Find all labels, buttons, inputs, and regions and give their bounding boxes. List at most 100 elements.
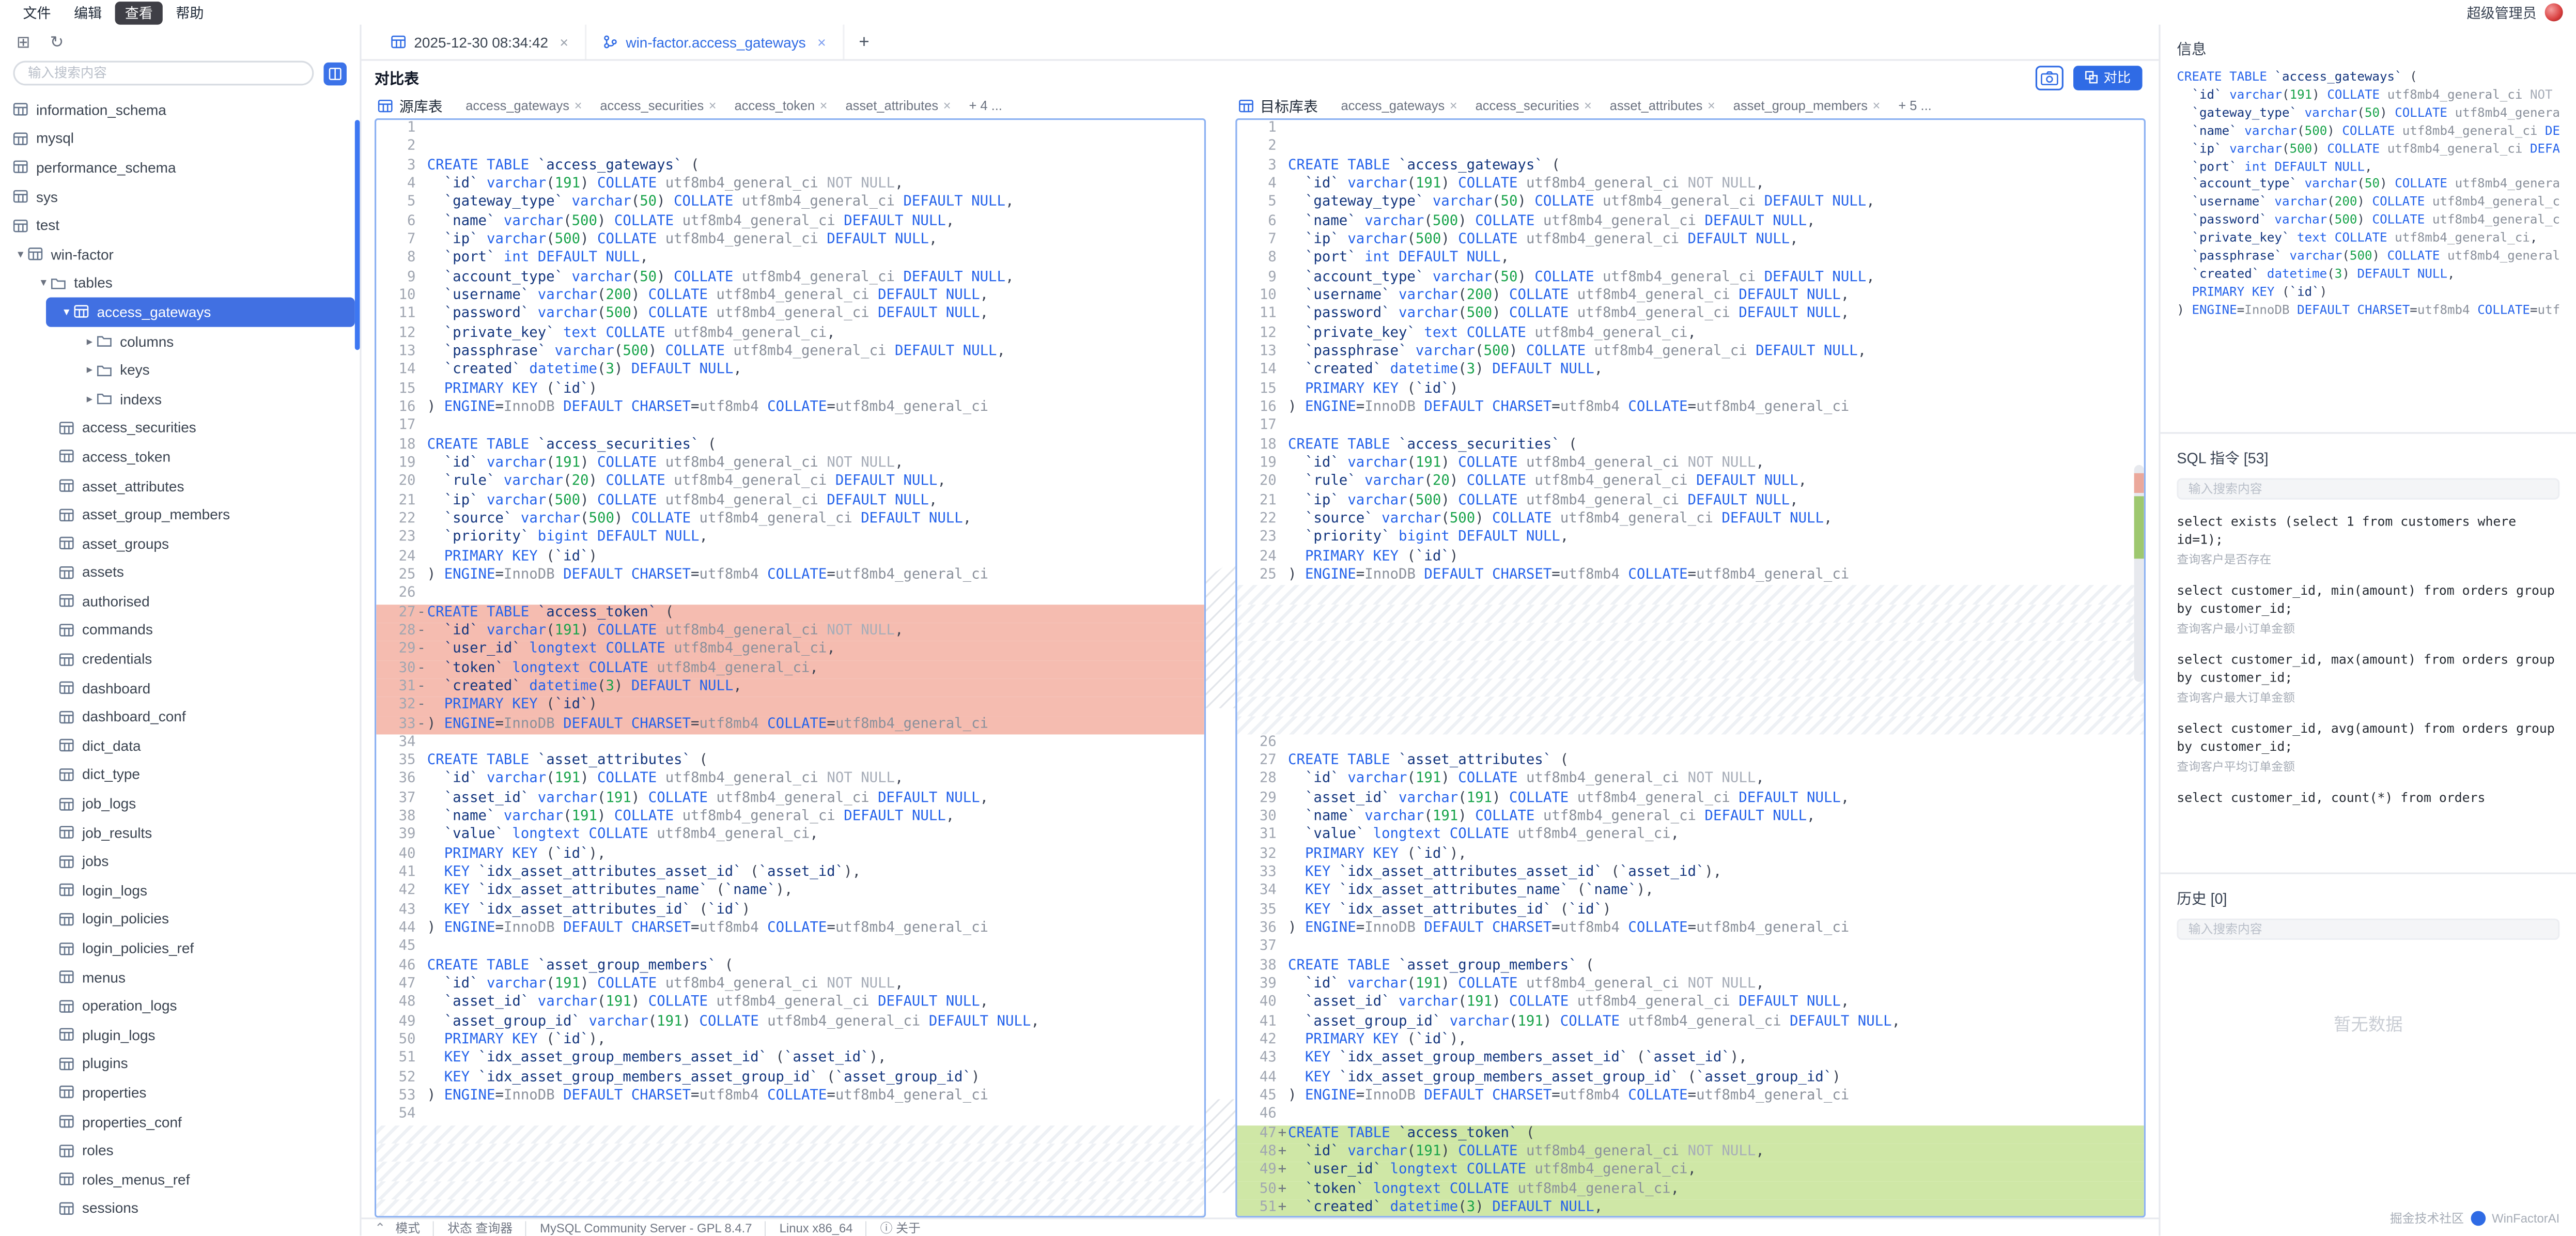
pane-tab-access_securities[interactable]: access_securities× [600,99,716,114]
caret-up-icon[interactable]: ⌃ [375,1220,385,1235]
tree-item-properties_conf[interactable]: properties_conf [0,1107,360,1136]
sidebar-panel-toggle-button[interactable] [323,61,347,85]
more-tabs-indicator[interactable]: + 4 ... [969,99,1002,114]
tree-item-mysql[interactable]: mysql [0,124,360,153]
compare-button[interactable]: 对比 [2074,65,2142,90]
sql-command-search-input[interactable] [2177,478,2559,499]
chevron-right-icon[interactable]: ▸ [82,392,97,405]
menu-item-3[interactable]: 帮助 [166,1,213,24]
tree-item-test[interactable]: test [0,211,360,240]
tree-item-access_securities[interactable]: access_securities [0,413,360,442]
tree-item-commands[interactable]: commands [0,615,360,644]
tree-item-asset_groups[interactable]: asset_groups [0,529,360,558]
diff-marker [1277,976,1288,995]
tree-item-dashboard[interactable]: dashboard [0,673,360,702]
menu-item-1[interactable]: 编辑 [64,1,112,24]
tree-item-asset_attributes[interactable]: asset_attributes [0,471,360,500]
tree-item-roles[interactable]: roles [0,1136,360,1165]
menu-item-2[interactable]: 查看 [115,1,163,24]
tab-1[interactable]: win-factor.access_gateways× [586,25,844,59]
chevron-down-icon[interactable]: ▾ [36,276,51,289]
sql-command-item[interactable]: select customer_id, count(*) from orders [2177,791,2559,808]
user-avatar[interactable] [2545,3,2563,21]
refresh-icon[interactable]: ↻ [50,34,64,52]
menu-item-0[interactable]: 文件 [13,1,60,24]
tree-item-information_schema[interactable]: information_schema [0,95,360,124]
line-number: 18 [1237,437,1276,455]
tree-item-login_policies_ref[interactable]: login_policies_ref [0,934,360,963]
tree-item-credentials[interactable]: credentials [0,644,360,673]
pane-tab-access_gateways[interactable]: access_gateways× [1341,99,1457,114]
tree-item-properties[interactable]: properties [0,1078,360,1107]
more-tabs-indicator[interactable]: + 5 ... [1898,99,1931,114]
close-icon[interactable]: × [820,99,828,114]
user-role-label[interactable]: 超级管理员 [2467,3,2537,22]
close-icon[interactable]: × [575,99,582,114]
tree-item-roles_menus_ref[interactable]: roles_menus_ref [0,1165,360,1194]
close-icon[interactable]: × [1450,99,1457,114]
pane-tab-asset_attributes[interactable]: asset_attributes× [1610,99,1715,114]
history-search-input[interactable] [2177,919,2559,940]
tree-item-job_results[interactable]: job_results [0,818,360,847]
sidebar-search-input[interactable] [13,61,314,86]
tree-item-dict_data[interactable]: dict_data [0,731,360,760]
tree-item-dashboard_conf[interactable]: dashboard_conf [0,702,360,731]
tree-item-performance_schema[interactable]: performance_schema [0,153,360,182]
close-icon[interactable]: × [1873,99,1881,114]
grid-icon [391,35,406,50]
collapse-all-icon[interactable]: ⊞ [17,34,30,52]
sql-command-item[interactable]: select exists (select 1 from customers w… [2177,514,2559,568]
tree-item-win-factor[interactable]: ▾win-factor [0,240,360,269]
tree-item-operation_logs[interactable]: operation_logs [0,992,360,1021]
tree-item-login_policies[interactable]: login_policies [0,905,360,934]
tree-item-authorised[interactable]: authorised [0,587,360,616]
snapshot-button[interactable] [2036,65,2064,90]
close-icon[interactable]: × [1708,99,1715,114]
sql-command-item[interactable]: select customer_id, min(amount) from ord… [2177,583,2559,638]
tree-item-login_logs[interactable]: login_logs [0,876,360,905]
tree-item-sessions[interactable]: sessions [0,1194,360,1223]
line-number: 51 [1237,1199,1276,1217]
tree-item-access_gateways[interactable]: ▾access_gateways [46,298,355,327]
new-tab-button[interactable]: + [844,25,884,59]
chevron-down-icon[interactable]: ▾ [13,248,28,260]
pane-tab-asset_group_members[interactable]: asset_group_members× [1733,99,1881,114]
tree-item-asset_group_members[interactable]: asset_group_members [0,500,360,529]
status-item-4[interactable]: ⓘ 关于 [880,1218,921,1236]
tree-item-job_logs[interactable]: job_logs [0,789,360,818]
target-code-editor[interactable]: 123CREATE TABLE `access_gateways` (4 `id… [1235,118,2146,1217]
diff-marker [416,976,427,995]
pane-tab-asset_attributes[interactable]: asset_attributes× [846,99,951,114]
sql-command-item[interactable]: select customer_id, avg(amount) from ord… [2177,721,2559,776]
tree-item-indexs[interactable]: ▸indexs [0,384,360,413]
close-icon[interactable]: × [1584,99,1592,114]
close-icon[interactable]: × [709,99,717,114]
tree-item-plugins[interactable]: plugins [0,1049,360,1078]
tree-item-dict_type[interactable]: dict_type [0,760,360,789]
close-icon[interactable]: × [817,34,826,50]
pane-tab-access_securities[interactable]: access_securities× [1476,99,1592,114]
sql-command-text: select customer_id, count(*) from orders [2177,791,2559,808]
tree-item-menus[interactable]: menus [0,963,360,992]
tree-item-assets[interactable]: assets [0,558,360,587]
close-icon[interactable]: × [943,99,951,114]
tree-item-jobs[interactable]: jobs [0,847,360,876]
code-text: `id` varchar(191) COLLATE utf8mb4_genera… [427,623,1204,641]
tree-item-keys[interactable]: ▸keys [0,356,360,384]
close-icon[interactable]: × [560,34,568,50]
sql-command-item[interactable]: select customer_id, max(amount) from ord… [2177,652,2559,706]
chevron-right-icon[interactable]: ▸ [82,363,97,376]
tree-item-sys[interactable]: sys [0,182,360,211]
pane-tab-access_gateways[interactable]: access_gateways× [465,99,582,114]
overview-ruler[interactable] [2134,120,2144,1216]
tree-item-plugin_logs[interactable]: plugin_logs [0,1021,360,1049]
tab-0[interactable]: 2025-12-30 08:34:42× [375,25,586,59]
chevron-right-icon[interactable]: ▸ [82,334,97,347]
pane-tab-access_token[interactable]: access_token× [735,99,828,114]
tree-item-tables[interactable]: ▾tables [0,269,360,298]
source-code-editor[interactable]: 123CREATE TABLE `access_gateways` (4 `id… [375,118,1206,1217]
tree-item-access_token[interactable]: access_token [0,442,360,471]
sidebar-scrollbar-thumb[interactable] [355,120,360,350]
tree-item-columns[interactable]: ▸columns [0,327,360,356]
chevron-down-icon[interactable]: ▾ [59,305,74,318]
